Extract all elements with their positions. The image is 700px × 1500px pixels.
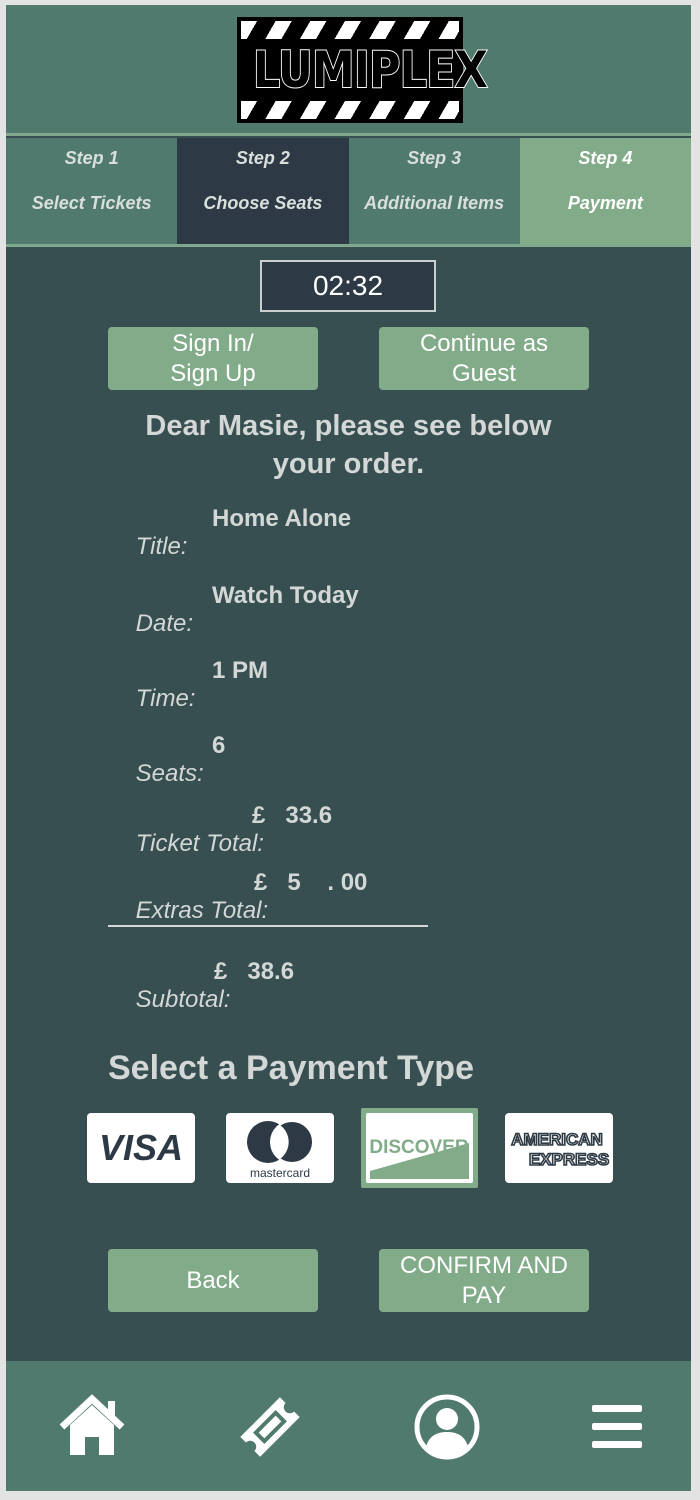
countdown-timer: 02:32 [260,260,436,312]
profile-icon [414,1394,480,1460]
seats-label: Seats: [135,760,204,787]
amex-icon: AMERICAN EXPRESS [510,1129,610,1170]
svg-text:AMERICAN: AMERICAN [511,1130,603,1149]
svg-text:DISCOVER: DISCOVER [369,1137,469,1158]
svg-text:EXPRESS: EXPRESS [529,1150,609,1169]
extras-total-value: £ 5 . 00 [254,869,368,896]
step-number: Step 3 [407,148,462,168]
continue-as-guest-button[interactable]: Continue as Guest [379,327,589,390]
home-icon [59,1394,125,1455]
step-name: Select Tickets [31,193,152,213]
visa-icon: VISA [99,1127,183,1168]
guest-label: Continue as Guest [419,329,549,387]
discover-icon: DISCOVER [369,1137,469,1179]
menu-icon [592,1405,642,1448]
step-name: Additional Items [364,193,505,213]
app-screen: LUMIPLEX Step 1 Select Tickets Step 2 Ch… [6,5,691,1491]
ticket-total-label: Ticket Total: [135,830,264,857]
visa-card-option[interactable]: VISA [87,1113,195,1183]
step-4[interactable]: Step 4 Payment [519,138,691,244]
title-value: Home Alone [212,505,352,532]
subtotal-value: £ 38.6 [214,958,295,985]
logo-stripes-top [241,21,459,39]
step-3[interactable]: Step 3 Additional Items [348,138,520,244]
title-label: Title: [135,533,188,560]
date-label: Date: [135,610,194,637]
steps-divider [6,244,691,247]
subtotal-label: Subtotal: [135,986,231,1013]
step-number: Step 1 [64,148,119,168]
header: LUMIPLEX [6,5,691,133]
step-2[interactable]: Step 2 Choose Seats [177,138,349,244]
back-label: Back [186,1266,240,1294]
totals-divider [108,925,428,927]
step-number: Step 4 [578,148,633,168]
sign-in-label: Sign In/ Sign Up [170,329,256,387]
back-button[interactable]: Back [108,1249,318,1312]
confirm-label: CONFIRM AND PAY [400,1251,568,1309]
svg-text:VISA: VISA [99,1127,183,1168]
step-number: Step 2 [235,148,290,168]
confirm-and-pay-button[interactable]: CONFIRM AND PAY [379,1249,589,1312]
amex-card-option[interactable]: AMERICAN EXPRESS [505,1113,613,1183]
time-value: 1 PM [212,657,269,684]
logo-stripes-bottom [241,101,459,119]
step-1[interactable]: Step 1 Select Tickets [6,138,178,244]
nav-tickets[interactable] [234,1391,306,1463]
step-name: Choose Seats [203,193,323,213]
ticket-icon [240,1397,300,1457]
time-label: Time: [135,685,196,712]
ticket-total-value: £ 33.6 [252,802,333,829]
mastercard-icon: mastercard [247,1120,314,1180]
header-divider [6,133,691,136]
step-name: Payment [567,193,643,213]
lumiplex-logo[interactable]: LUMIPLEX [237,17,489,123]
nav-menu[interactable] [584,1391,656,1463]
step-progress: Step 1 Select Tickets Step 2 Choose Seat… [6,138,691,244]
order-greeting: Dear Masie, please see below your order. [145,410,552,480]
payment-type-title: Select a Payment Type [108,1049,474,1087]
bottom-navigation [6,1361,691,1491]
discover-card-option[interactable]: DISCOVER [366,1113,473,1183]
nav-home[interactable] [56,1391,128,1463]
svg-text:mastercard: mastercard [250,1166,310,1180]
date-value: Watch Today [212,582,359,609]
mastercard-option[interactable]: mastercard [226,1113,334,1183]
nav-profile[interactable] [411,1391,483,1463]
extras-total-label: Extras Total: [135,897,269,924]
logo-text: LUMIPLEX [252,41,489,99]
seats-value: 6 [212,732,226,759]
sign-in-button[interactable]: Sign In/ Sign Up [108,327,318,390]
